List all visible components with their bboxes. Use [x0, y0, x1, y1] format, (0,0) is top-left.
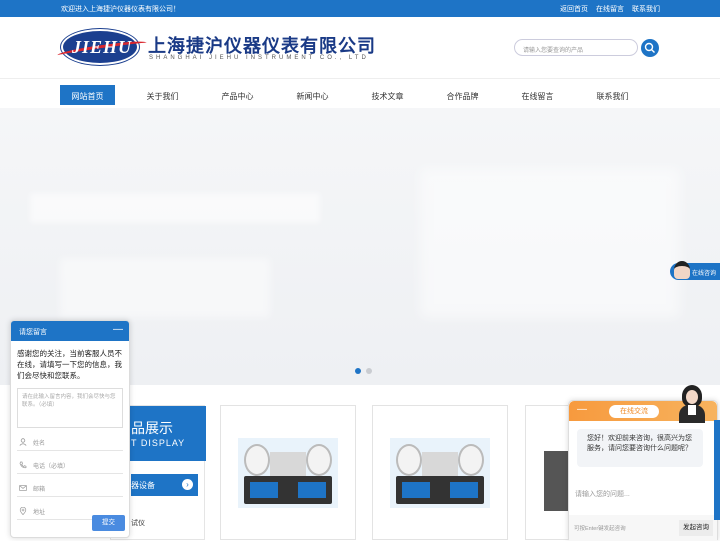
online-consult-button[interactable]: 在线咨询 — [670, 261, 720, 280]
chat-widget: — 在线交流 您好！欢迎前来咨询，很高兴为您服务，请问您要咨询什么问题呢？ 请输… — [568, 385, 718, 541]
user-icon — [19, 438, 27, 446]
phone-field[interactable]: 电话（必填） — [17, 457, 123, 474]
company-name-en: SHANGHAI JIEHU INSTRUMENT CO., LTD — [149, 55, 369, 61]
nav-item-brands[interactable]: 合作品牌 — [435, 85, 490, 105]
nav-item-contact[interactable]: 联系我们 — [585, 85, 640, 105]
banner-faded-image — [420, 168, 680, 318]
nav-item-articles[interactable]: 技术文章 — [360, 85, 415, 105]
top-bar: 欢迎进入上海捷沪仪器仪表有限公司！ 返回首页 在线留言 联系我们 — [0, 0, 720, 17]
section-title-cn: 品展示 — [131, 420, 173, 436]
minimize-icon[interactable]: — — [113, 324, 123, 335]
online-consult-label: 在线咨询 — [692, 271, 717, 277]
carousel-dot-2[interactable] — [366, 368, 372, 374]
mail-icon — [19, 485, 27, 491]
phone-icon — [19, 461, 27, 469]
product-image — [238, 438, 338, 508]
message-panel-title: 请您留言 — [19, 329, 47, 336]
search-button[interactable] — [641, 39, 659, 57]
link-message[interactable]: 在线留言 — [596, 4, 624, 14]
nav-item-products[interactable]: 产品中心 — [210, 85, 265, 105]
main-nav: 网站首页 关于我们 产品中心 新闻中心 技术文章 合作品牌 在线留言 联系我们 — [0, 78, 720, 108]
product-image — [390, 438, 490, 508]
category-item-label: 器设备 — [131, 481, 155, 490]
chat-minimize-icon[interactable]: — — [577, 404, 587, 415]
search-icon — [644, 42, 655, 53]
chat-tab[interactable]: 在线交流 — [609, 405, 659, 418]
side-tab-strip[interactable] — [714, 420, 720, 520]
chat-hint: 可按Enter键发起咨询 — [574, 526, 626, 532]
link-home[interactable]: 返回首页 — [560, 4, 588, 14]
carousel-dot-1[interactable] — [355, 368, 361, 374]
product-card[interactable] — [372, 405, 508, 540]
logo-text: JIEHU — [71, 37, 132, 57]
nav-item-home[interactable]: 网站首页 — [60, 85, 115, 105]
top-links: 返回首页 在线留言 联系我们 — [560, 4, 660, 14]
message-intro: 感谢您的关注，当前客服人员不在线，请填写一下您的信息，我们会尽快和您联系。 — [17, 349, 122, 380]
email-field[interactable]: 邮箱 — [17, 480, 123, 497]
product-card[interactable] — [220, 405, 356, 540]
nav-item-message[interactable]: 在线留言 — [510, 85, 565, 105]
chat-header: — 在线交流 — [569, 385, 717, 423]
search-input[interactable]: 请输入您要查询的产品 — [514, 39, 638, 56]
chat-footer: 可按Enter键发起咨询 发起咨询 — [569, 515, 717, 541]
banner-faded-graphic — [60, 258, 270, 318]
banner-faded-text — [30, 193, 320, 223]
category-subitem[interactable]: 试仪 — [131, 518, 145, 528]
location-icon — [19, 507, 27, 515]
section-title-en: T DISPLAY — [131, 438, 186, 448]
message-panel-header: 请您留言 — — [11, 321, 129, 341]
leave-message-panel: 请您留言 — 感谢您的关注，当前客服人员不在线，请填写一下您的信息，我们会尽快和… — [10, 320, 130, 538]
send-button[interactable]: 发起咨询 — [679, 520, 713, 536]
chat-greeting: 您好！欢迎前来咨询，很高兴为您服务，请问您要咨询什么问题呢？ — [577, 429, 703, 467]
welcome-text: 欢迎进入上海捷沪仪器仪表有限公司！ — [61, 6, 180, 13]
link-contact[interactable]: 联系我们 — [632, 4, 660, 14]
nav-item-about[interactable]: 关于我们 — [135, 85, 190, 105]
chevron-right-icon: › — [182, 479, 193, 490]
company-logo[interactable]: JIEHU — [56, 29, 148, 65]
nav-item-news[interactable]: 新闻中心 — [285, 85, 340, 105]
name-field[interactable]: 姓名 — [17, 434, 123, 451]
agent-avatar-icon — [674, 261, 690, 279]
chat-input[interactable]: 请输入您的问题... — [575, 489, 630, 499]
category-item-selected[interactable]: 器设备 › — [131, 474, 198, 496]
submit-button[interactable]: 提交 — [92, 515, 125, 531]
message-textarea[interactable]: 请在此输入留言内容，我们会尽快与您联系。（必填） — [17, 388, 123, 428]
site-header: JIEHU 上海捷沪仪器仪表有限公司 SHANGHAI JIEHU INSTRU… — [0, 17, 720, 78]
agent-avatar-icon — [677, 385, 707, 423]
